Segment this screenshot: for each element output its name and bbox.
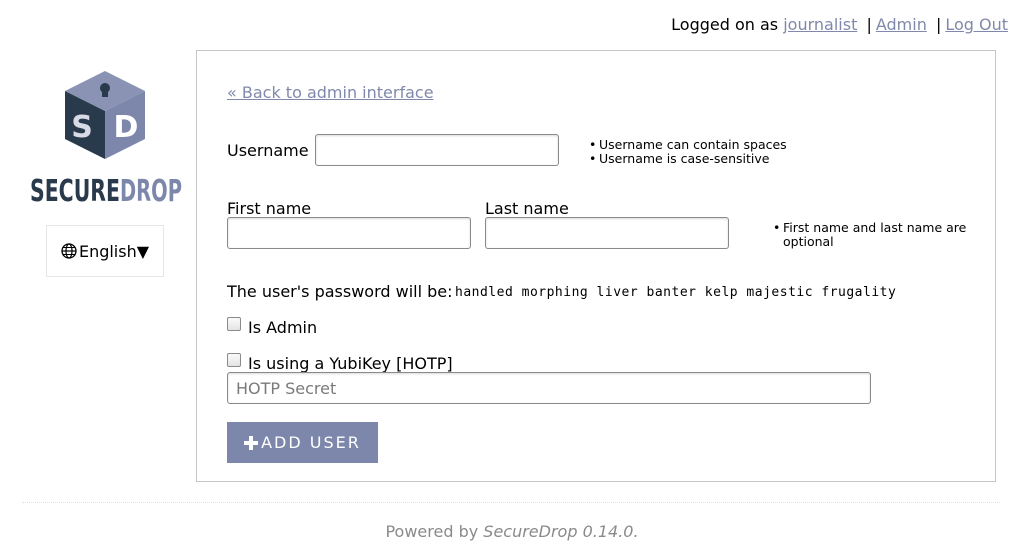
is-admin-checkbox[interactable] (227, 317, 241, 331)
name-hints: First name and last name are optional (773, 221, 973, 249)
add-user-button[interactable]: ADD USER (227, 422, 378, 463)
svg-text:DROP: DROP (120, 174, 182, 209)
svg-text:S: S (71, 110, 93, 145)
first-name-input[interactable] (227, 217, 471, 249)
back-to-admin-link[interactable]: « Back to admin interface (227, 83, 434, 102)
username-input[interactable] (315, 134, 559, 166)
username-hints: Username can contain spaces Username is … (589, 138, 787, 167)
hint-item: Username is case-sensitive (589, 152, 787, 167)
hint-item: First name and last name are optional (773, 221, 973, 249)
add-user-panel: « Back to admin interface Username Usern… (196, 50, 996, 482)
powered-by-text: Powered by (385, 522, 479, 541)
hint-item: Username can contain spaces (589, 138, 787, 153)
password-label: The user's password will be: (227, 282, 453, 301)
svg-text:D: D (114, 110, 139, 145)
first-name-label: First name (227, 199, 312, 218)
last-name-input[interactable] (485, 217, 729, 249)
logout-link[interactable]: Log Out (945, 15, 1008, 34)
hotp-secret-input[interactable] (227, 372, 871, 404)
logged-on-as-text: Logged on as (671, 15, 779, 34)
language-label: English▼ (78, 241, 150, 261)
globe-icon (61, 243, 77, 259)
footer-divider (22, 502, 1000, 503)
language-selector[interactable]: English▼ (46, 225, 164, 277)
is-admin-label: Is Admin (248, 318, 318, 337)
securedrop-logo[interactable]: S D SECURE DROP (30, 69, 182, 209)
add-user-label: ADD USER (261, 433, 361, 452)
journalist-link[interactable]: journalist (783, 15, 857, 34)
yubikey-checkbox[interactable] (227, 353, 241, 367)
last-name-label: Last name (485, 199, 569, 218)
securedrop-logo-graphic: S D SECURE DROP (30, 71, 182, 209)
yubikey-label: Is using a YubiKey [HOTP] (248, 354, 453, 373)
separator: | (866, 15, 872, 34)
product-version: SecureDrop 0.14.0. (483, 522, 639, 541)
plus-icon (244, 435, 259, 450)
username-label: Username (227, 141, 309, 160)
password-value: handled morphing liver banter kelp majes… (455, 285, 897, 300)
admin-link[interactable]: Admin (876, 15, 927, 34)
svg-text:SECURE: SECURE (30, 174, 120, 209)
separator: | (935, 15, 942, 34)
footer: Powered by SecureDrop 0.14.0. (0, 522, 1024, 541)
top-bar: Logged on as journalist | Admin | Log Out (671, 15, 1008, 34)
